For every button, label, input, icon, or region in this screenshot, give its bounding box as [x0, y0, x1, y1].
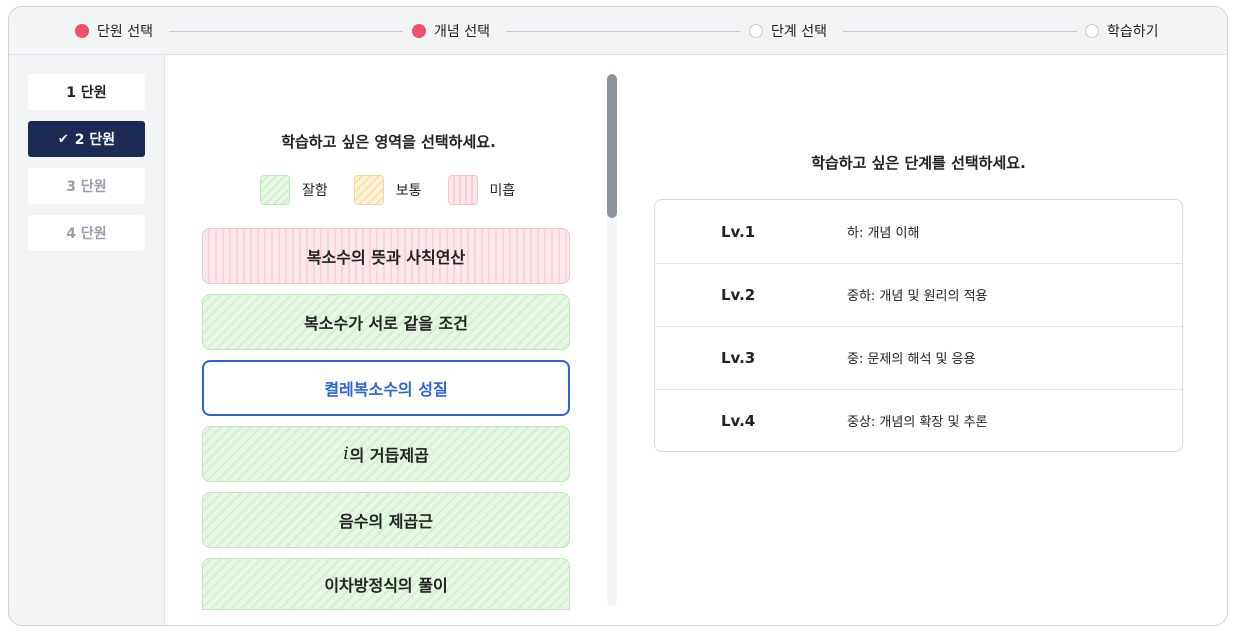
legend-label: 미흡	[489, 183, 516, 199]
level-prompt: 학습하고 싶은 단계를 선택하세요.	[811, 154, 1026, 172]
progress-stepper: 단원 선택 개념 선택 단계 선택 학습하기	[9, 7, 1227, 55]
level-desc: 중상: 개념의 확장 및 추론	[847, 415, 988, 430]
step-todo-dot-icon	[1085, 24, 1099, 38]
unit-label: 2 단원	[74, 132, 116, 148]
concept-label: 복소수의 뜻과 사칙연산	[306, 248, 466, 267]
level-desc: 중: 문제의 해석 및 응용	[847, 352, 976, 367]
level-name: Lv.1	[721, 222, 756, 241]
step-concept-select: 개념 선택	[412, 7, 490, 55]
step-todo-dot-icon	[749, 24, 763, 38]
concept-item[interactable]: 복소수가 서로 같을 조건	[202, 294, 570, 350]
step-done-dot-icon	[412, 24, 426, 38]
check-icon: ✔	[57, 131, 69, 147]
concept-item[interactable]: 이차방정식의 풀이	[202, 558, 570, 610]
concept-item[interactable]: 복소수의 뜻과 사칙연산	[202, 228, 570, 284]
unit-label: 3 단원	[66, 179, 107, 195]
unit-label: 1 단원	[66, 85, 107, 101]
step-study: 학습하기	[1085, 7, 1159, 55]
concept-item-selected[interactable]: 켤레복소수의 성질	[202, 360, 570, 416]
weak-swatch-icon	[447, 175, 478, 205]
unit-sidebar: 1 단원 ✔ 2 단원 3 단원 4 단원	[9, 55, 165, 625]
average-swatch-icon	[353, 175, 384, 205]
concept-label: 복소수가 서로 같을 조건	[304, 314, 468, 333]
legend-good: 잘함	[260, 175, 328, 205]
level-row-3[interactable]: Lv.3 중: 문제의 해석 및 응용	[655, 326, 1182, 389]
legend-label: 보통	[395, 183, 422, 199]
good-swatch-icon	[260, 175, 290, 205]
level-desc: 중하: 개념 및 원리의 적용	[847, 289, 988, 304]
level-name: Lv.3	[721, 348, 756, 367]
level-row-1[interactable]: Lv.1 하: 개념 이해	[655, 200, 1182, 263]
scrollbar-thumb[interactable]	[607, 74, 617, 218]
level-name: Lv.2	[721, 285, 756, 304]
step-label: 학습하기	[1107, 24, 1159, 40]
unit-1-button[interactable]: 1 단원	[28, 74, 145, 110]
step-label: 단계 선택	[771, 24, 827, 40]
step-connector	[169, 31, 403, 32]
unit-label: 4 단원	[66, 226, 107, 242]
level-list: Lv.1 하: 개념 이해 Lv.2 중하: 개념 및 원리의 적용 Lv.3 …	[654, 199, 1183, 452]
proficiency-legend: 잘함 보통 미흡	[260, 175, 541, 205]
step-connector	[843, 31, 1077, 32]
unit-3-button[interactable]: 3 단원	[28, 168, 145, 204]
concept-item[interactable]: i의 거듭제곱	[202, 426, 570, 482]
step-label: 단원 선택	[97, 24, 153, 40]
concept-panel: 학습하고 싶은 영역을 선택하세요. 잘함 보통 미흡 복소수의 뜻과 사칙연산…	[165, 55, 612, 625]
concept-label: 의 거듭제곱	[349, 446, 429, 465]
unit-2-button[interactable]: ✔ 2 단원	[28, 121, 145, 157]
concept-prompt: 학습하고 싶은 영역을 선택하세요.	[281, 133, 496, 151]
concept-label: 켤레복소수의 성질	[324, 380, 448, 399]
legend-label: 잘함	[302, 183, 328, 199]
legend-weak: 미흡	[447, 175, 516, 205]
legend-average: 보통	[353, 175, 422, 205]
level-desc: 하: 개념 이해	[847, 226, 920, 241]
step-level-select: 단계 선택	[749, 7, 827, 55]
concept-item[interactable]: 음수의 제곱근	[202, 492, 570, 548]
level-name: Lv.4	[721, 411, 756, 430]
step-done-dot-icon	[75, 24, 89, 38]
level-row-4[interactable]: Lv.4 중상: 개념의 확장 및 추론	[655, 389, 1182, 451]
imaginary-unit-symbol: i	[343, 444, 349, 464]
step-unit-select: 단원 선택	[75, 7, 153, 55]
concept-label: 이차방정식의 풀이	[324, 576, 448, 595]
app-frame: 단원 선택 개념 선택 단계 선택 학습하기 1 단원 ✔ 2 단원 3 단원	[8, 6, 1228, 626]
concept-label: 음수의 제곱근	[339, 512, 433, 531]
unit-4-button[interactable]: 4 단원	[28, 215, 145, 251]
step-label: 개념 선택	[434, 24, 490, 40]
level-row-2[interactable]: Lv.2 중하: 개념 및 원리의 적용	[655, 263, 1182, 326]
step-connector	[506, 31, 740, 32]
